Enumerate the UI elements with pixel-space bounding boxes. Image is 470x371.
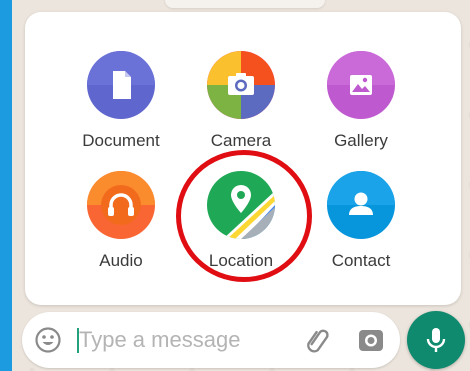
message-composer: [22, 312, 400, 368]
person-icon: [327, 171, 395, 239]
document-icon: [87, 51, 155, 119]
microphone-icon: [426, 328, 446, 352]
attach-contact-button[interactable]: Contact: [301, 171, 421, 281]
camera-icon: [207, 51, 275, 119]
attach-contact-label: Contact: [331, 251, 391, 270]
gallery-icon: [327, 51, 395, 119]
attach-audio-button[interactable]: Audio: [61, 171, 181, 281]
attach-camera-label: Camera: [210, 131, 272, 150]
microphone-button[interactable]: [407, 311, 465, 369]
location-highlight-circle: [176, 150, 312, 282]
attach-document-button[interactable]: Document: [61, 51, 181, 161]
attach-document-label: Document: [82, 131, 160, 150]
date-chip: [165, 0, 325, 8]
attach-gallery-label: Gallery: [334, 131, 388, 150]
message-input[interactable]: [79, 322, 279, 358]
camera-icon[interactable]: [356, 325, 386, 355]
emoji-icon[interactable]: [34, 326, 62, 354]
attach-audio-label: Audio: [99, 251, 143, 270]
attach-camera-button[interactable]: Camera: [181, 51, 301, 161]
paperclip-icon[interactable]: [302, 324, 334, 356]
headphones-icon: [87, 171, 155, 239]
attach-gallery-button[interactable]: Gallery: [301, 51, 421, 161]
